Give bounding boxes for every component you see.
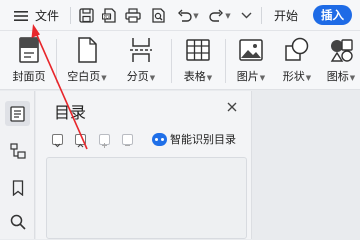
table-icon xyxy=(186,39,210,61)
ribbon-label: 空白页▼ xyxy=(67,70,107,83)
ribbon: 封面页 空白页▼ 分页▼ 表格▼ 图片▼ 形状▼ 图标▼ xyxy=(0,31,360,90)
ribbon-label: 图标▼ xyxy=(326,70,356,83)
page-break-icon xyxy=(130,38,152,62)
cover-page-icon xyxy=(19,37,39,63)
table-button[interactable]: 表格▼ xyxy=(175,34,221,86)
ribbon-label: 分页▼ xyxy=(126,70,156,83)
search-icon[interactable] xyxy=(5,209,30,234)
hamburger-icon[interactable] xyxy=(12,5,30,26)
ribbon-label: 表格▼ xyxy=(183,70,213,83)
chevron-down-icon: ▼ xyxy=(225,11,231,20)
bookmark-icon[interactable] xyxy=(5,175,30,200)
ribbon-label: 图片▼ xyxy=(236,70,266,83)
print-icon[interactable] xyxy=(124,5,142,26)
undo-button[interactable]: ▼ xyxy=(175,5,201,26)
export-pdf-icon[interactable]: PDF xyxy=(100,5,118,26)
close-icon[interactable] xyxy=(225,99,239,113)
more-icon[interactable] xyxy=(238,5,254,26)
blank-page-icon xyxy=(78,37,97,63)
collapse-all-icon[interactable] xyxy=(52,134,63,148)
blank-page-button[interactable]: 空白页▼ xyxy=(64,34,110,86)
icon-library-icon xyxy=(330,39,353,62)
expand-all-icon[interactable] xyxy=(75,134,86,148)
left-rail xyxy=(0,91,35,239)
shape-icon xyxy=(285,37,309,61)
divider xyxy=(171,39,172,83)
smart-toc-button[interactable]: 智能识别目录 xyxy=(152,131,236,147)
divider xyxy=(56,39,57,83)
ribbon-label: 形状▼ xyxy=(282,70,312,83)
page-break-button[interactable]: 分页▼ xyxy=(118,34,164,86)
ai-assistant-icon xyxy=(152,132,167,146)
add-heading-icon[interactable] xyxy=(99,134,110,148)
tab-start[interactable]: 开始 xyxy=(272,5,300,26)
icon-library-button[interactable]: 图标▼ xyxy=(318,34,360,86)
tab-insert[interactable]: 插入 xyxy=(313,5,352,25)
chevron-down-icon: ▼ xyxy=(193,11,199,20)
divider xyxy=(225,39,226,83)
file-menu[interactable]: 文件 xyxy=(33,5,61,26)
divider xyxy=(70,7,71,24)
toc-icon[interactable] xyxy=(5,101,30,126)
print-preview-icon[interactable] xyxy=(149,5,167,26)
cover-page-button[interactable]: 封面页 xyxy=(6,34,52,86)
top-bar: 文件 PDF ▼ ▼ 开始 插入 xyxy=(0,0,360,31)
picture-icon xyxy=(239,39,263,61)
panel-title: 目录 xyxy=(54,103,87,122)
toc-list-area[interactable] xyxy=(46,157,247,239)
save-icon[interactable] xyxy=(77,5,95,26)
redo-icon xyxy=(209,9,224,22)
svg-text:PDF: PDF xyxy=(103,14,111,19)
ribbon-label: 封面页 xyxy=(12,70,46,83)
picture-button[interactable]: 图片▼ xyxy=(228,34,274,86)
redo-button[interactable]: ▼ xyxy=(208,5,232,26)
shape-button[interactable]: 形状▼ xyxy=(274,34,320,86)
smart-toc-label: 智能识别目录 xyxy=(170,133,236,146)
toc-panel: 目录 智能识别目录 xyxy=(36,91,252,239)
remove-heading-icon[interactable] xyxy=(122,134,133,146)
undo-icon xyxy=(178,9,192,22)
divider xyxy=(261,7,262,24)
navigation-icon[interactable] xyxy=(5,138,30,163)
